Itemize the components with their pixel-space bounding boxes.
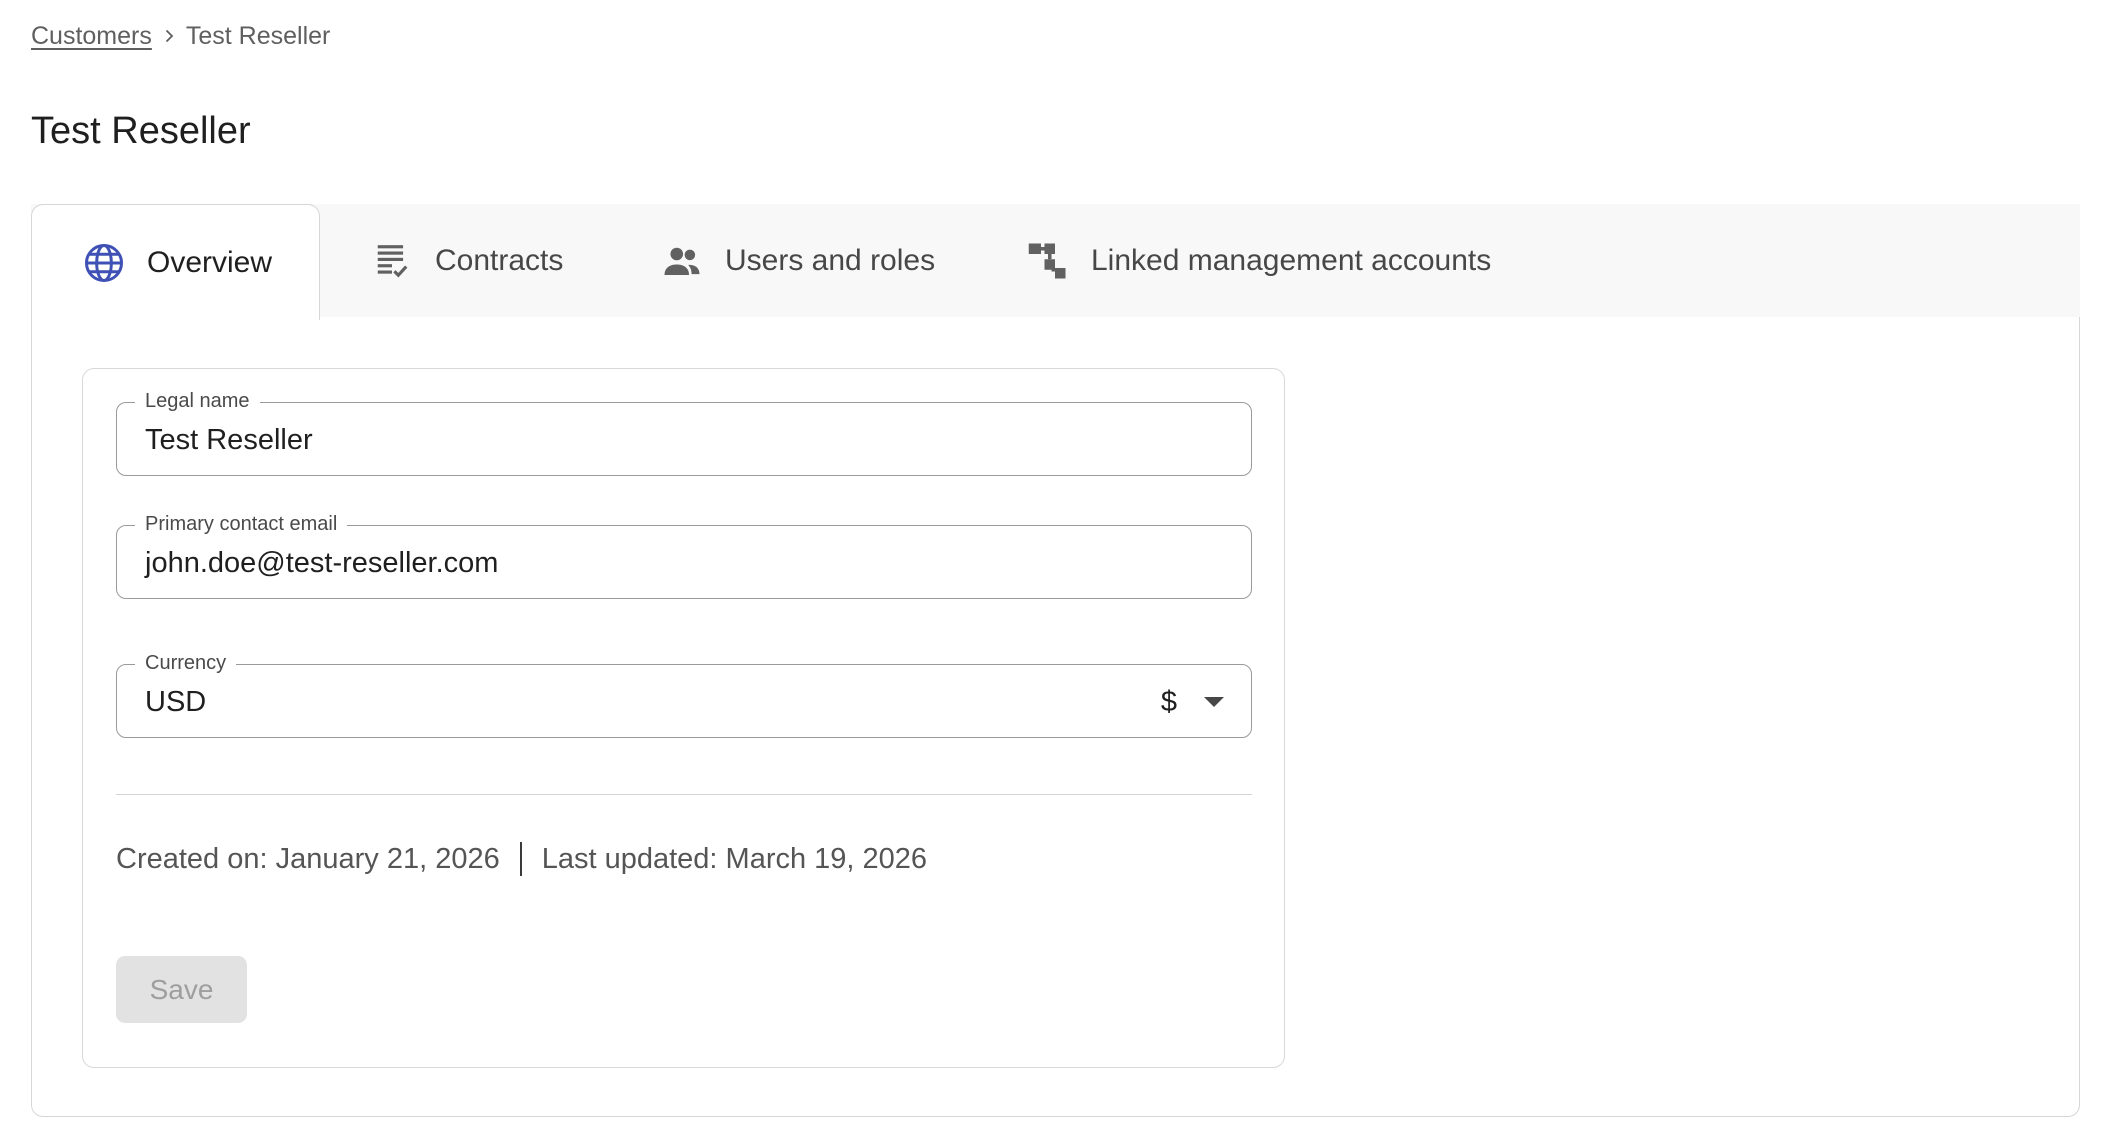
primary-contact-email-input[interactable]: john.doe@test-reseller.com bbox=[145, 526, 1145, 600]
account-tree-icon bbox=[1027, 240, 1069, 282]
primary-contact-email-field[interactable]: Primary contact email john.doe@test-rese… bbox=[116, 511, 1252, 600]
tab-label: Overview bbox=[147, 245, 273, 279]
legal-name-input[interactable]: Test Reseller bbox=[145, 403, 1145, 477]
checklist-icon bbox=[371, 240, 413, 282]
breadcrumb-current: Test Reseller bbox=[185, 21, 331, 50]
customer-detail-page: Customers Test Reseller Test Reseller Ov… bbox=[0, 0, 2102, 1146]
save-button[interactable]: Save bbox=[116, 956, 247, 1023]
divider bbox=[116, 794, 1252, 795]
tab-linked-management-accounts[interactable]: Linked management accounts bbox=[1027, 204, 1491, 318]
tab-label: Users and roles bbox=[725, 244, 936, 277]
currency-value[interactable]: USD bbox=[145, 665, 1145, 739]
tab-overview[interactable]: Overview bbox=[31, 204, 320, 320]
tab-label: Contracts bbox=[435, 244, 564, 277]
globe-icon bbox=[83, 242, 125, 284]
page-title: Test Reseller bbox=[31, 110, 251, 152]
tab-users-and-roles[interactable]: Users and roles bbox=[661, 204, 935, 318]
tab-contracts[interactable]: Contracts bbox=[371, 204, 563, 318]
breadcrumb: Customers Test Reseller bbox=[31, 18, 330, 54]
currency-select[interactable]: Currency USD $ bbox=[116, 650, 1252, 739]
last-updated-text: Last updated: March 19, 2026 bbox=[541, 842, 928, 875]
dropdown-arrow-icon[interactable] bbox=[1203, 665, 1225, 739]
chevron-right-icon bbox=[152, 28, 186, 44]
customer-details-card: Legal name Test Reseller Primary contact… bbox=[82, 368, 1285, 1068]
record-metadata: Created on: January 21, 2026 Last update… bbox=[116, 837, 927, 881]
separator bbox=[519, 842, 522, 876]
people-icon bbox=[661, 240, 703, 282]
currency-symbol: $ bbox=[1160, 685, 1177, 718]
legal-name-field[interactable]: Legal name Test Reseller bbox=[116, 388, 1252, 477]
breadcrumb-customers-link[interactable]: Customers bbox=[31, 22, 152, 51]
created-on-text: Created on: January 21, 2026 bbox=[116, 842, 500, 875]
tab-label: Linked management accounts bbox=[1091, 244, 1492, 277]
